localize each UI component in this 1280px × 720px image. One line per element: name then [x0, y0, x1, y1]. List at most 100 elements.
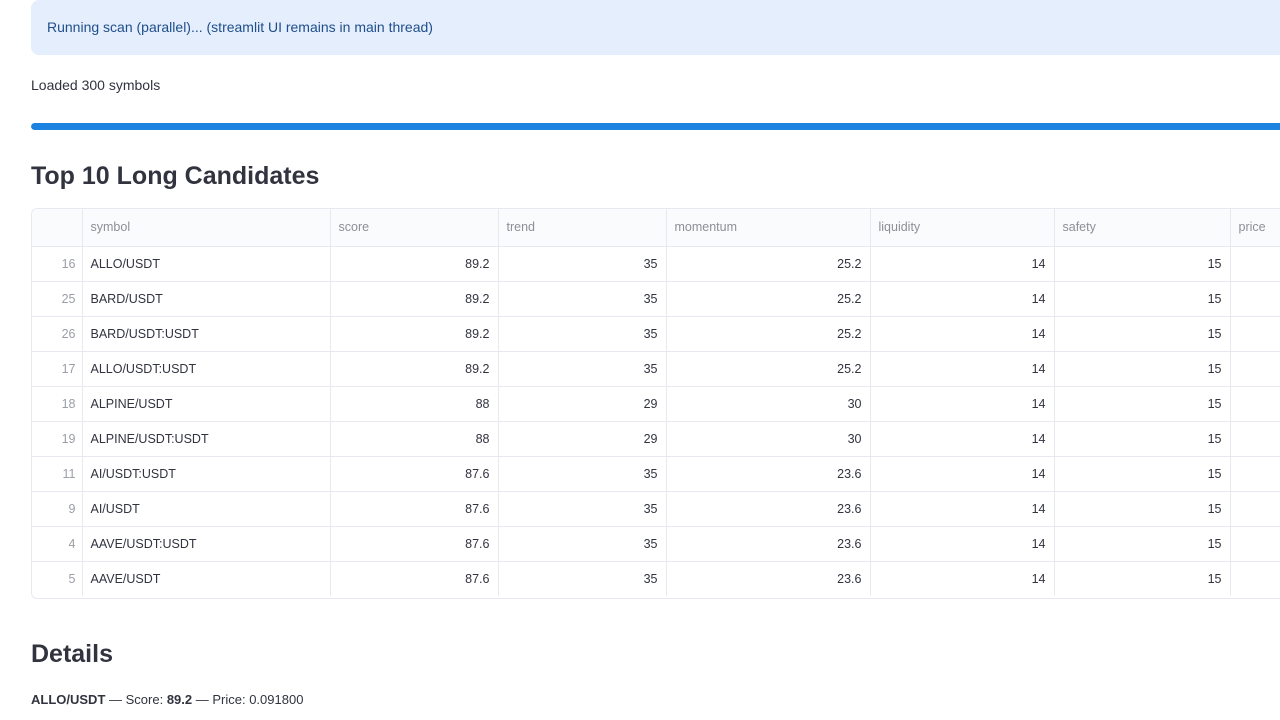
trend-cell[interactable]: 35: [498, 351, 667, 387]
symbol-cell[interactable]: AAVE/USDT:USDT: [82, 526, 331, 562]
momentum-cell[interactable]: 23.6: [666, 491, 871, 527]
score-cell[interactable]: 87.6: [330, 491, 499, 527]
info-alert: Running scan (parallel)... (streamlit UI…: [31, 0, 1280, 55]
score-cell[interactable]: 89.2: [330, 281, 499, 317]
price-cell[interactable]: [1230, 386, 1280, 422]
safety-cell[interactable]: 15: [1054, 421, 1231, 457]
liquidity-cell[interactable]: 14: [870, 281, 1055, 317]
symbol-cell[interactable]: ALLO/USDT:USDT: [82, 351, 331, 387]
table-row[interactable]: 5 AAVE/USDT 87.6 35 23.6 14 15: [32, 561, 1280, 596]
table-row[interactable]: 26 BARD/USDT:USDT 89.2 35 25.2 14 15: [32, 316, 1280, 352]
symbol-cell[interactable]: BARD/USDT: [82, 281, 331, 317]
column-header-index[interactable]: [32, 209, 83, 247]
safety-cell[interactable]: 15: [1054, 456, 1231, 492]
momentum-cell[interactable]: 23.6: [666, 526, 871, 562]
liquidity-cell[interactable]: 14: [870, 526, 1055, 562]
candidates-table[interactable]: symbol score trend momentum liquidity sa…: [31, 208, 1280, 599]
row-index-cell: 9: [32, 491, 83, 527]
price-cell[interactable]: [1230, 281, 1280, 317]
table-row[interactable]: 19 ALPINE/USDT:USDT 88 29 30 14 15: [32, 421, 1280, 457]
liquidity-cell[interactable]: 14: [870, 491, 1055, 527]
liquidity-cell[interactable]: 14: [870, 246, 1055, 282]
safety-cell[interactable]: 15: [1054, 351, 1231, 387]
score-cell[interactable]: 89.2: [330, 351, 499, 387]
row-index-cell: 11: [32, 456, 83, 492]
symbol-cell[interactable]: AI/USDT: [82, 491, 331, 527]
scan-progress-fill: [31, 123, 1280, 130]
liquidity-cell[interactable]: 14: [870, 351, 1055, 387]
score-cell[interactable]: 87.6: [330, 561, 499, 596]
column-header-score[interactable]: score: [330, 209, 499, 247]
details-price: 0.091800: [249, 692, 304, 707]
table-row[interactable]: 17 ALLO/USDT:USDT 89.2 35 25.2 14 15: [32, 351, 1280, 387]
trend-cell[interactable]: 35: [498, 316, 667, 352]
trend-cell[interactable]: 35: [498, 246, 667, 282]
safety-cell[interactable]: 15: [1054, 281, 1231, 317]
column-header-momentum[interactable]: momentum: [666, 209, 871, 247]
score-cell[interactable]: 89.2: [330, 316, 499, 352]
price-cell[interactable]: [1230, 491, 1280, 527]
column-header-liquidity[interactable]: liquidity: [870, 209, 1055, 247]
safety-cell[interactable]: 15: [1054, 561, 1231, 596]
trend-cell[interactable]: 29: [498, 386, 667, 422]
price-cell[interactable]: [1230, 351, 1280, 387]
momentum-cell[interactable]: 23.6: [666, 456, 871, 492]
liquidity-cell[interactable]: 14: [870, 316, 1055, 352]
liquidity-cell[interactable]: 14: [870, 561, 1055, 596]
symbol-cell[interactable]: BARD/USDT:USDT: [82, 316, 331, 352]
column-header-trend[interactable]: trend: [498, 209, 667, 247]
momentum-cell[interactable]: 30: [666, 421, 871, 457]
safety-cell[interactable]: 15: [1054, 491, 1231, 527]
price-cell[interactable]: [1230, 421, 1280, 457]
symbol-cell[interactable]: ALPINE/USDT: [82, 386, 331, 422]
price-cell[interactable]: [1230, 526, 1280, 562]
safety-cell[interactable]: 15: [1054, 386, 1231, 422]
score-cell[interactable]: 87.6: [330, 456, 499, 492]
trend-cell[interactable]: 35: [498, 456, 667, 492]
details-symbol: ALLO/USDT: [31, 692, 106, 707]
table-row[interactable]: 11 AI/USDT:USDT 87.6 35 23.6 14 15: [32, 456, 1280, 492]
price-cell[interactable]: [1230, 246, 1280, 282]
info-alert-text: Running scan (parallel)... (streamlit UI…: [47, 19, 433, 35]
trend-cell[interactable]: 35: [498, 561, 667, 596]
momentum-cell[interactable]: 25.2: [666, 246, 871, 282]
liquidity-cell[interactable]: 14: [870, 421, 1055, 457]
score-cell[interactable]: 87.6: [330, 526, 499, 562]
price-cell[interactable]: [1230, 561, 1280, 596]
trend-cell[interactable]: 35: [498, 281, 667, 317]
safety-cell[interactable]: 15: [1054, 246, 1231, 282]
symbol-cell[interactable]: AI/USDT:USDT: [82, 456, 331, 492]
trend-cell[interactable]: 35: [498, 526, 667, 562]
trend-cell[interactable]: 35: [498, 491, 667, 527]
top-candidates-heading: Top 10 Long Candidates: [31, 162, 320, 190]
momentum-cell[interactable]: 25.2: [666, 281, 871, 317]
liquidity-cell[interactable]: 14: [870, 386, 1055, 422]
safety-cell[interactable]: 15: [1054, 526, 1231, 562]
table-row[interactable]: 18 ALPINE/USDT 88 29 30 14 15: [32, 386, 1280, 422]
momentum-cell[interactable]: 25.2: [666, 316, 871, 352]
score-cell[interactable]: 88: [330, 386, 499, 422]
symbol-cell[interactable]: AAVE/USDT: [82, 561, 331, 596]
score-cell[interactable]: 89.2: [330, 246, 499, 282]
price-cell[interactable]: [1230, 316, 1280, 352]
row-index-cell: 17: [32, 351, 83, 387]
table-row[interactable]: 4 AAVE/USDT:USDT 87.6 35 23.6 14 15: [32, 526, 1280, 562]
momentum-cell[interactable]: 23.6: [666, 561, 871, 596]
column-header-safety[interactable]: safety: [1054, 209, 1231, 247]
score-cell[interactable]: 88: [330, 421, 499, 457]
price-cell[interactable]: [1230, 456, 1280, 492]
column-header-symbol[interactable]: symbol: [82, 209, 331, 247]
safety-cell[interactable]: 15: [1054, 316, 1231, 352]
row-index-cell: 5: [32, 561, 83, 596]
liquidity-cell[interactable]: 14: [870, 456, 1055, 492]
symbol-cell[interactable]: ALPINE/USDT:USDT: [82, 421, 331, 457]
momentum-cell[interactable]: 25.2: [666, 351, 871, 387]
table-row[interactable]: 9 AI/USDT 87.6 35 23.6 14 15: [32, 491, 1280, 527]
column-header-price[interactable]: price: [1230, 209, 1280, 247]
table-row[interactable]: 25 BARD/USDT 89.2 35 25.2 14 15: [32, 281, 1280, 317]
momentum-cell[interactable]: 30: [666, 386, 871, 422]
symbol-cell[interactable]: ALLO/USDT: [82, 246, 331, 282]
details-score-label: — Score:: [105, 692, 167, 707]
table-row[interactable]: 16 ALLO/USDT 89.2 35 25.2 14 15: [32, 246, 1280, 282]
trend-cell[interactable]: 29: [498, 421, 667, 457]
